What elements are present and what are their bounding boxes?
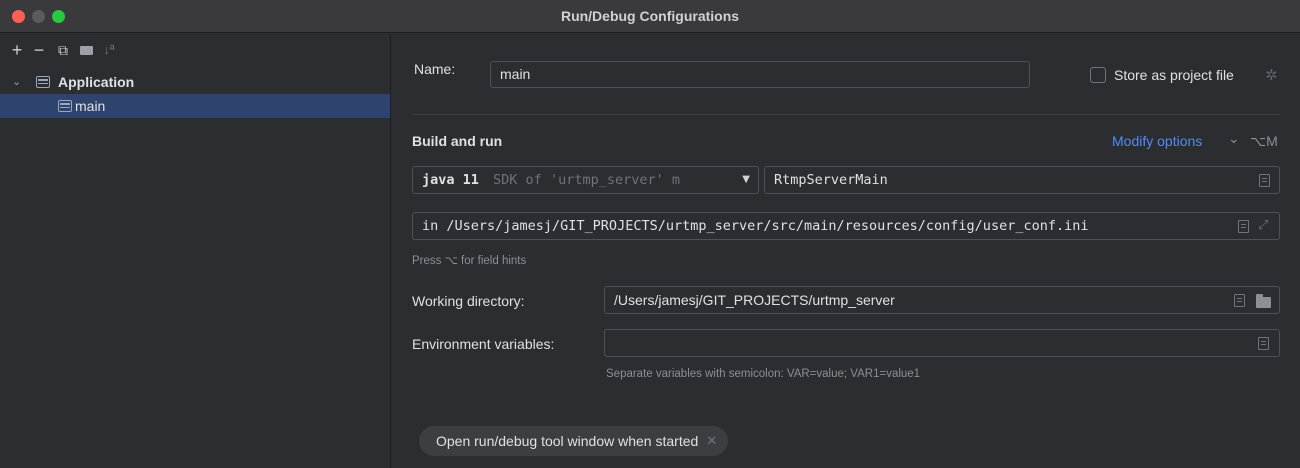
configuration-editor: Name: main Store as project file ✲ Build… bbox=[392, 34, 1300, 468]
configurations-toolbar: + − ⧉ ↓ª bbox=[0, 34, 390, 70]
jdk-value: java 11 bbox=[422, 172, 479, 188]
environment-variables-input[interactable] bbox=[604, 329, 1280, 357]
window-title: Run/Debug Configurations bbox=[560, 8, 740, 24]
folder-add-icon bbox=[80, 46, 93, 55]
dropdown-arrow-icon: ▼ bbox=[742, 174, 750, 185]
tree-item-application[interactable]: ⌄ Application bbox=[0, 70, 390, 94]
application-icon bbox=[58, 100, 72, 112]
move-into-folder-button[interactable] bbox=[78, 40, 96, 60]
browse-icon[interactable] bbox=[1234, 294, 1245, 307]
jdk-select[interactable]: java 11 SDK of 'urtmp_server' m ▼ bbox=[412, 166, 759, 194]
environment-variables-hint: Separate variables with semicolon: VAR=v… bbox=[606, 368, 921, 380]
chevron-down-icon: ⌄ bbox=[12, 76, 22, 88]
modify-options-link[interactable]: Modify options bbox=[1112, 133, 1202, 149]
tree-item-main[interactable]: main bbox=[0, 94, 390, 118]
working-directory-input[interactable]: /Users/jamesj/GIT_PROJECTS/urtmp_server bbox=[604, 286, 1280, 314]
program-arguments-input[interactable]: in /Users/jamesj/GIT_PROJECTS/urtmp_serv… bbox=[412, 212, 1280, 240]
remove-configuration-button[interactable]: − bbox=[30, 40, 48, 60]
folder-icon[interactable] bbox=[1256, 294, 1271, 308]
application-icon bbox=[36, 76, 50, 88]
jdk-detail: SDK of 'urtmp_server' m bbox=[493, 172, 680, 188]
store-as-project-file-label: Store as project file bbox=[1114, 67, 1234, 83]
program-arguments-value: in /Users/jamesj/GIT_PROJECTS/urtmp_serv… bbox=[422, 218, 1089, 234]
browse-icon[interactable] bbox=[1238, 220, 1249, 233]
copy-configuration-button[interactable]: ⧉ bbox=[54, 40, 72, 60]
title-bar: Run/Debug Configurations bbox=[0, 0, 1300, 33]
gear-icon[interactable]: ✲ bbox=[1265, 66, 1278, 84]
tree-item-label: main bbox=[75, 98, 106, 114]
main-class-input[interactable]: RtmpServerMain bbox=[764, 166, 1280, 194]
field-hint: Press ⌥ for field hints bbox=[412, 255, 527, 267]
section-divider bbox=[412, 114, 1280, 115]
configurations-sidebar: + − ⧉ ↓ª ⌄ Application main bbox=[0, 34, 391, 468]
tool-window-option-label: Open run/debug tool window when started bbox=[436, 433, 699, 449]
build-and-run-heading: Build and run bbox=[412, 133, 503, 149]
name-input[interactable]: main bbox=[490, 61, 1030, 88]
modify-options-shortcut: ⌥M bbox=[1250, 133, 1278, 149]
store-as-project-file-checkbox[interactable] bbox=[1090, 67, 1106, 83]
close-icon[interactable]: ✕ bbox=[706, 426, 717, 456]
working-directory-value: /Users/jamesj/GIT_PROJECTS/urtmp_server bbox=[614, 292, 895, 308]
environment-variables-label: Environment variables: bbox=[412, 336, 555, 352]
expand-icon[interactable]: ⤢ bbox=[1258, 217, 1268, 233]
name-label: Name: bbox=[414, 61, 456, 77]
working-directory-label: Working directory: bbox=[412, 293, 525, 309]
tool-window-option-tag[interactable]: Open run/debug tool window when started … bbox=[419, 426, 729, 456]
browse-icon[interactable] bbox=[1259, 174, 1270, 187]
tree-item-label: Application bbox=[58, 74, 135, 90]
sort-configurations-button[interactable]: ↓ª bbox=[100, 40, 118, 60]
browse-icon[interactable] bbox=[1258, 337, 1269, 350]
add-configuration-button[interactable]: + bbox=[8, 40, 26, 60]
main-class-value: RtmpServerMain bbox=[774, 172, 888, 188]
chevron-down-icon: ⌄ bbox=[1228, 130, 1240, 146]
